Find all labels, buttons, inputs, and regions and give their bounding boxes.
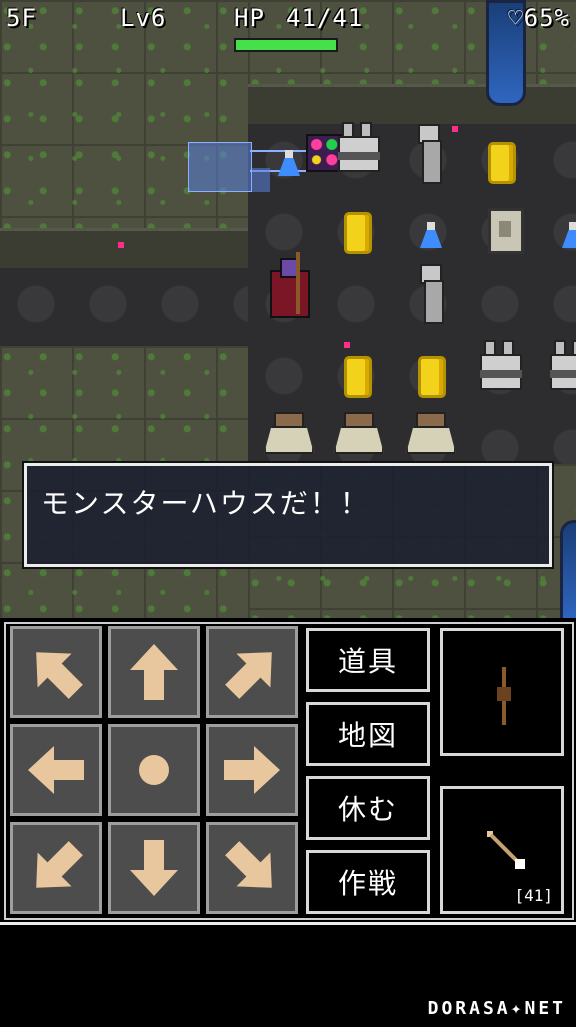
wall-block [0,0,248,228]
hp-bar [234,38,338,52]
footer-area: DORASA✦NET [0,922,576,1027]
dpad-center-button[interactable] [108,724,200,816]
arrow-up-right-icon [225,652,272,699]
skeleton-monster-icon [416,264,446,324]
items-button-label: 道具 [337,645,398,678]
scroll-book-icon [488,208,524,254]
minimap-room [188,142,252,192]
arrow-right-icon [224,746,280,794]
floor-indicator: 5F [6,4,37,32]
dpad-up-button[interactable] [108,626,200,718]
hp-value: 41/41 [286,4,364,32]
wall-face [248,84,576,127]
rabbit-monster-icon [336,122,380,172]
gold-coin-icon [344,212,372,254]
wall-face [0,228,248,271]
gold-coin-icon [418,356,446,398]
potion-icon [420,222,442,248]
message-box[interactable]: モンスターハウスだ！！ [24,463,552,567]
player-hero-icon [268,252,310,318]
gold-coin-icon [344,356,372,398]
gold-coin-icon [488,142,516,184]
satiety-indicator: ♡65% [508,4,570,32]
skeleton-monster-icon [414,124,444,184]
level-indicator: Lv6 [120,4,167,32]
dpad-up-right-button[interactable] [206,626,298,718]
ammo-count: [41] [514,886,553,905]
arrow-down-right-icon [225,841,272,888]
map-button[interactable]: 地図 [306,702,430,766]
rabbit-monster-icon [548,340,576,390]
pot-icon [264,412,314,454]
hp-label: HP [234,4,265,32]
potion-icon [562,222,576,248]
pot-icon [406,412,456,454]
tactics-button-label: 作戦 [337,867,398,900]
sparkle-icon [452,126,458,132]
arrow-left-icon [28,746,84,794]
minimap-cell [252,168,270,192]
dpad-up-left-button[interactable] [10,626,102,718]
corridor-floor [0,268,248,346]
dpad-left-button[interactable] [10,724,102,816]
sparkle-icon [118,242,124,248]
dungeon-map[interactable]: 5F Lv6 HP 41/41 ♡65% モンスターハウスだ！！ [0,0,576,618]
sparkle-icon [344,342,350,348]
rabbit-monster-icon [478,340,522,390]
potion-icon [278,150,300,176]
wait-dot-icon [139,755,169,785]
rest-button-label: 休む [337,793,398,826]
brand-logo: DORASA✦NET [427,998,566,1019]
map-button-label: 地図 [337,719,398,752]
arrow-down-icon [130,840,178,896]
arrow-down-left-icon [36,841,83,888]
arrow-up-left-icon [36,652,83,699]
weapon-slot[interactable] [440,628,564,756]
arrow-icon [487,831,525,869]
tactics-button[interactable]: 作戦 [306,850,430,914]
dpad-down-right-button[interactable] [206,822,298,914]
dpad-down-left-button[interactable] [10,822,102,914]
dpad-right-button[interactable] [206,724,298,816]
staff-icon [497,667,511,725]
message-text: モンスターハウスだ！！ [41,487,370,520]
dpad-down-button[interactable] [108,822,200,914]
water-channel [560,520,576,618]
items-button[interactable]: 道具 [306,628,430,692]
ammo-slot[interactable]: [41] [440,786,564,914]
pot-icon [334,412,384,454]
arrow-up-icon [130,644,178,700]
rest-button[interactable]: 休む [306,776,430,840]
